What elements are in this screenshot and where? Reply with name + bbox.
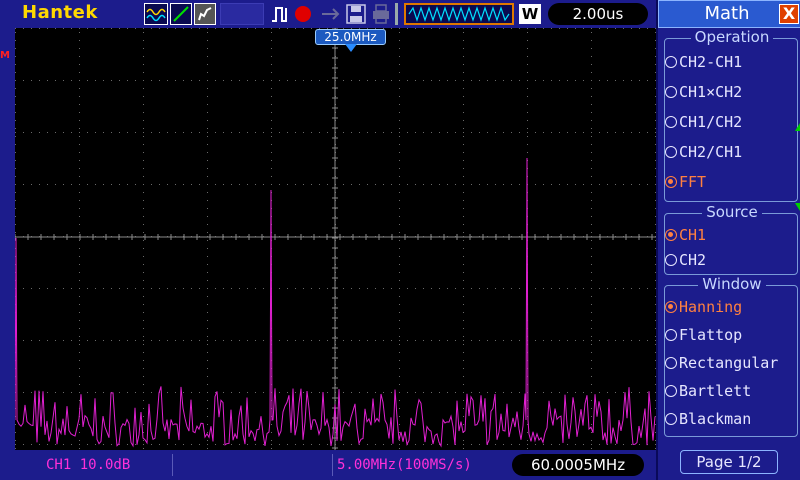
fft-trace [15, 157, 656, 448]
arrow-icon [320, 3, 342, 25]
display-frame: M 25.0MHz [0, 28, 656, 450]
window-option-label: Rectangular [679, 354, 779, 372]
source-option-label: CH1 [679, 226, 707, 244]
radio-icon [665, 301, 677, 313]
divider [172, 454, 173, 476]
frequency-marker[interactable]: 25.0MHz [315, 29, 386, 45]
source-label: Source [702, 203, 762, 221]
window-option[interactable]: Blackman [665, 410, 783, 434]
fft-spectrum-line [15, 157, 656, 448]
radio-icon [665, 86, 677, 98]
operation-option[interactable]: CH2/CH1 [665, 143, 783, 167]
radio-icon [665, 413, 677, 425]
window-option[interactable]: Rectangular [665, 354, 783, 378]
window-option-label: Bartlett [679, 382, 752, 400]
radio-icon [665, 329, 677, 341]
operation-option[interactable]: CH1×CH2 [665, 83, 783, 107]
divider [395, 3, 398, 25]
window-group: Window Hanning Flattop Rectangular Bartlett… [664, 275, 798, 437]
window-option[interactable]: Bartlett [665, 382, 783, 406]
operation-option-label: CH1×CH2 [679, 83, 743, 101]
window-option[interactable]: Flattop [665, 326, 783, 350]
source-option[interactable]: CH1 [665, 226, 783, 250]
operation-option[interactable]: CH1/CH2 [665, 113, 783, 137]
operation-group: Operation CH2-CH1 CH1×CH2 CH1/CH2 CH2/CH1 FF… [664, 28, 800, 211]
operation-option-label: FFT [679, 173, 707, 191]
math-marker: M [0, 50, 10, 61]
status-bar: CH1 10.0dB 5.00MHz(100MS/s) 60.0005MHz [0, 450, 656, 480]
waveform-display: 25.0MHz [15, 28, 656, 450]
status-field [220, 3, 264, 25]
source-option[interactable]: CH2 [665, 251, 783, 275]
source-group: Source CH1 CH2 [664, 203, 798, 275]
radio-icon [665, 146, 677, 158]
timebase-readout[interactable]: 2.00us [548, 3, 648, 25]
window-option[interactable]: Hanning [665, 298, 783, 322]
waveform-icon[interactable] [144, 3, 168, 25]
operation-label: Operation [690, 28, 774, 46]
menu-title: Math [704, 3, 750, 24]
window-label: Window [698, 275, 766, 293]
frequency-span[interactable]: 5.00MHz(100MS/s) [337, 452, 507, 478]
window-option-label: Flattop [679, 326, 743, 344]
radio-icon [665, 56, 677, 68]
math-menu: Math X Operation CH2-CH1 CH1×CH2 CH1/CH2 CH… [656, 0, 800, 480]
pulse-trigger-icon[interactable] [270, 3, 292, 25]
save-icon[interactable] [345, 3, 367, 25]
window-option-label: Hanning [679, 298, 743, 316]
center-frequency[interactable]: 60.0005MHz [512, 454, 644, 476]
radio-icon [665, 357, 677, 369]
divider [332, 454, 333, 476]
window-badge: W [519, 4, 541, 24]
menu-header: Math X [658, 0, 800, 28]
page-button[interactable]: Page 1/2 [680, 450, 778, 474]
radio-icon [665, 254, 677, 266]
close-button[interactable]: X [779, 4, 799, 24]
timebase-icon[interactable] [404, 3, 514, 25]
operation-option-label: CH2/CH1 [679, 143, 743, 161]
radio-icon [665, 385, 677, 397]
brand-logo: Hantek [22, 2, 98, 23]
record-icon[interactable] [295, 6, 311, 22]
operation-option[interactable]: FFT [665, 173, 783, 197]
slope-icon[interactable] [170, 3, 192, 25]
source-option-label: CH2 [679, 251, 707, 269]
operation-option-label: CH1/CH2 [679, 113, 743, 131]
persistence-icon[interactable] [194, 3, 216, 25]
radio-icon [665, 176, 677, 188]
frequency-marker-arrow-icon [345, 44, 357, 52]
scroll-up-icon[interactable] [795, 123, 800, 131]
window-option-label: Blackman [679, 410, 752, 428]
radio-icon [665, 116, 677, 128]
operation-option-label: CH2-CH1 [679, 53, 743, 71]
operation-option[interactable]: CH2-CH1 [665, 53, 783, 77]
ch1-scale[interactable]: CH1 10.0dB [46, 452, 172, 478]
radio-icon [665, 229, 677, 241]
print-icon[interactable] [371, 3, 391, 25]
top-bar: Hantek W 2.00us [0, 0, 656, 28]
